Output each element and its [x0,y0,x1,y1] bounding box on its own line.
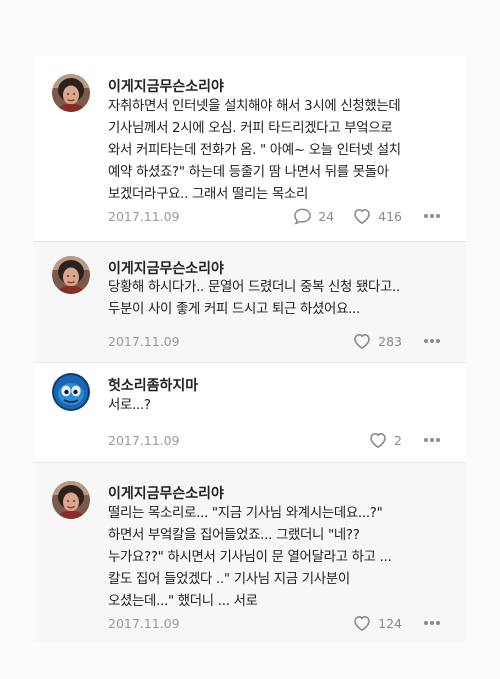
username[interactable]: 이게지금무슨소리야 [108,483,224,503]
avatar-person-icon[interactable] [52,256,90,294]
post-date: 2017.11.09 [108,333,180,349]
post-1: 이게지금무슨소리야 자취하면서 인터넷을 설치해야 해서 3시에 신청했는데 기… [34,56,466,242]
post-date: 2017.11.09 [108,615,180,631]
post-meta: 2017.11.09 124 [108,613,440,633]
more-options-icon[interactable] [424,615,440,631]
comment-count: 24 [318,208,335,224]
post-date: 2017.11.09 [108,208,180,224]
comment-button[interactable]: 24 [293,207,334,226]
more-options-icon[interactable] [424,333,440,349]
heart-icon [352,331,372,351]
more-options-icon[interactable] [424,432,440,448]
post-2: 이게지금무슨소리야 당황해 하시다가.. 문열어 드렸더니 중복 신청 됐다고.… [34,242,466,363]
heart-icon [368,430,388,450]
heart-icon [352,206,372,226]
post-text: 자취하면서 인터넷을 설치해야 해서 3시에 신청했는데 기사님께서 2시에 오… [108,99,401,202]
post-4: 이게지금무슨소리야 떨리는 목소리로... "지금 기사님 와계시는데요...?… [34,463,466,642]
comment-icon [293,207,312,226]
like-count: 2 [394,432,402,448]
post-date: 2017.11.09 [108,432,180,448]
post-text: 떨리는 목소리로... "지금 기사님 와계시는데요...?" 하면서 부엌칼을… [108,506,392,609]
like-count: 124 [378,615,402,631]
username[interactable]: 이게지금무슨소리야 [108,76,224,96]
post-3: 헛소리좀하지마 서로...? 2017.11.09 2 [34,363,466,463]
post-meta: 2017.11.09 24 416 [108,206,440,226]
username[interactable]: 헛소리좀하지마 [108,375,198,395]
avatar-person-icon[interactable] [52,74,90,112]
post-text: 서로...? [108,398,151,413]
avatar-blue-creature-icon[interactable] [52,373,90,411]
like-count: 416 [378,208,402,224]
avatar-person-icon[interactable] [52,481,90,519]
like-count: 283 [378,333,402,349]
like-button[interactable]: 416 [352,206,402,226]
like-button[interactable]: 124 [352,613,402,633]
username[interactable]: 이게지금무슨소리야 [108,258,224,278]
post-text: 당황해 하시다가.. 문열어 드렸더니 중복 신청 됐다고.. 두분이 사이 좋… [108,280,400,317]
post-meta: 2017.11.09 283 [108,331,440,351]
heart-icon [352,613,372,633]
more-options-icon[interactable] [424,208,440,224]
post-meta: 2017.11.09 2 [108,430,440,450]
like-button[interactable]: 283 [352,331,402,351]
like-button[interactable]: 2 [368,430,402,450]
